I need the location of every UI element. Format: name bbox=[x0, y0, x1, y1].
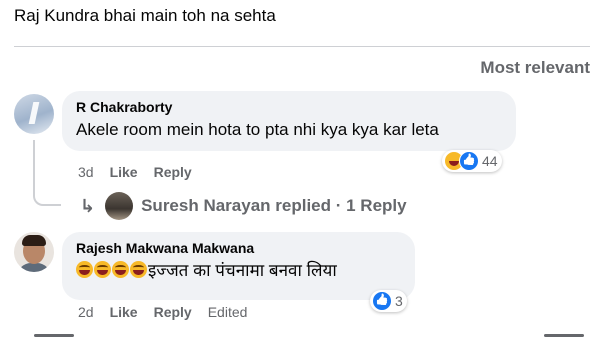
comment-text: इज्जत का पंचनामा बनवा लिया bbox=[148, 261, 337, 280]
reply-button[interactable]: Reply bbox=[154, 164, 192, 180]
comment-author[interactable]: Rajesh Makwana Makwana bbox=[76, 239, 401, 257]
laughing-emoji-icon bbox=[76, 261, 93, 278]
laughing-emoji-icon bbox=[94, 261, 111, 278]
like-icon bbox=[459, 151, 479, 171]
avatar-hair bbox=[22, 235, 46, 246]
comment-text-row: इज्जत का पंचनामा बनवा लिया bbox=[76, 259, 401, 283]
like-button[interactable]: Like bbox=[110, 304, 138, 320]
view-replies-link[interactable]: ↳ Suresh Narayan replied · 1 Reply bbox=[80, 192, 407, 220]
sailboat-image bbox=[28, 102, 40, 124]
comment-2-avatar[interactable] bbox=[14, 232, 54, 272]
laughing-emoji-icon bbox=[112, 261, 129, 278]
reply-button[interactable]: Reply bbox=[154, 304, 192, 320]
sort-dropdown[interactable]: Most relevant bbox=[480, 58, 590, 78]
comment-time[interactable]: 2d bbox=[78, 304, 94, 320]
replies-summary: Suresh Narayan replied · 1 Reply bbox=[141, 196, 407, 215]
comment-2-actions: 2d Like Reply Edited bbox=[78, 304, 263, 320]
divider bbox=[14, 46, 590, 47]
thread-connector bbox=[33, 176, 61, 206]
like-button[interactable]: Like bbox=[110, 164, 138, 180]
cutoff-fragment bbox=[34, 334, 74, 337]
reaction-count: 3 bbox=[395, 293, 403, 309]
comment-time[interactable]: 3d bbox=[78, 164, 94, 180]
laughing-emoji-icon bbox=[130, 261, 147, 278]
comment-text: Akele room mein hota to pta nhi kya kya … bbox=[76, 120, 439, 139]
comment-2-bubble: Rajesh Makwana Makwana इज्जत का पंचनामा … bbox=[62, 232, 415, 300]
edited-label: Edited bbox=[207, 304, 248, 320]
comment-author[interactable]: R Chakraborty bbox=[76, 98, 502, 116]
like-icon bbox=[372, 291, 392, 311]
comment-1-bubble: R Chakraborty Akele room mein hota to pt… bbox=[62, 91, 516, 151]
comment-2-reactions[interactable]: 3 bbox=[370, 290, 407, 312]
avatar-shirt bbox=[17, 263, 51, 272]
reaction-count: 44 bbox=[482, 153, 498, 169]
comment-1-actions: 3d Like Reply bbox=[78, 164, 208, 180]
next-row-cutoff bbox=[14, 330, 590, 338]
replier-avatar bbox=[105, 192, 134, 220]
comment-1-reactions[interactable]: 44 bbox=[442, 150, 502, 172]
post-caption: Raj Kundra bhai main toh na sehta bbox=[14, 6, 276, 25]
cutoff-fragment bbox=[544, 334, 584, 337]
comment-1-avatar[interactable] bbox=[14, 94, 54, 134]
reply-arrow-icon: ↳ bbox=[80, 195, 96, 216]
